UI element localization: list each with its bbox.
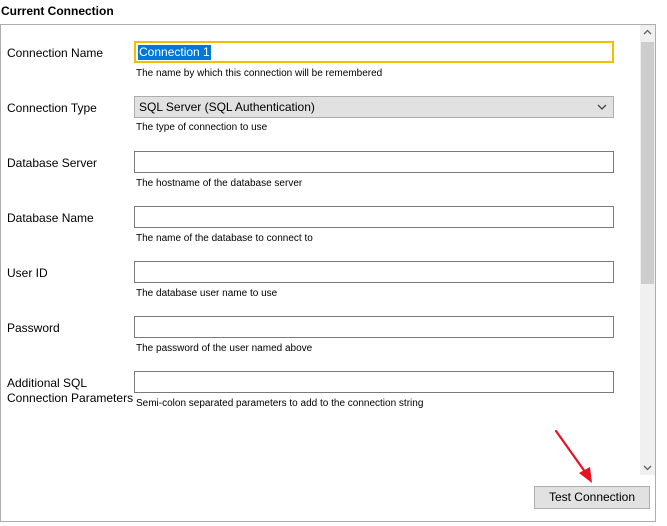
scroll-up-arrow-icon[interactable] [640, 25, 655, 40]
connection-name-value: Connection 1 [138, 45, 211, 60]
connection-name-hint: The name by which this connection will b… [136, 68, 383, 79]
database-server-input[interactable] [134, 151, 614, 173]
database-server-hint: The hostname of the database server [136, 178, 303, 189]
user-id-label: User ID [7, 266, 48, 280]
connection-type-hint: The type of connection to use [136, 122, 268, 133]
vertical-scrollbar[interactable] [640, 25, 655, 475]
password-input[interactable] [134, 316, 614, 338]
connection-name-label: Connection Name [7, 46, 104, 60]
password-label: Password [7, 321, 60, 335]
connection-name-input[interactable]: Connection 1 [134, 41, 614, 63]
database-name-input[interactable] [134, 206, 614, 228]
red-arrow-icon [554, 429, 592, 483]
additional-params-input[interactable] [134, 371, 614, 393]
database-server-label: Database Server [7, 156, 98, 170]
additional-params-label-line1: Additional SQL [7, 376, 88, 390]
user-id-input[interactable] [134, 261, 614, 283]
database-name-hint: The name of the database to connect to [136, 233, 313, 244]
additional-params-label-line2: Connection Parameters [7, 391, 134, 405]
additional-params-hint: Semi-colon separated parameters to add t… [136, 398, 424, 409]
chevron-down-icon [597, 104, 607, 110]
connection-type-value: SQL Server (SQL Authentication) [139, 100, 315, 114]
scroll-down-arrow-icon[interactable] [640, 460, 655, 475]
password-hint: The password of the user named above [136, 343, 313, 354]
section-title: Current Connection [1, 4, 114, 18]
scrollbar-thumb[interactable] [641, 42, 654, 284]
database-name-label: Database Name [7, 211, 94, 225]
test-connection-button[interactable]: Test Connection [534, 486, 650, 509]
connection-type-select[interactable]: SQL Server (SQL Authentication) [134, 96, 614, 118]
user-id-hint: The database user name to use [136, 288, 278, 299]
connection-type-label: Connection Type [7, 101, 97, 115]
